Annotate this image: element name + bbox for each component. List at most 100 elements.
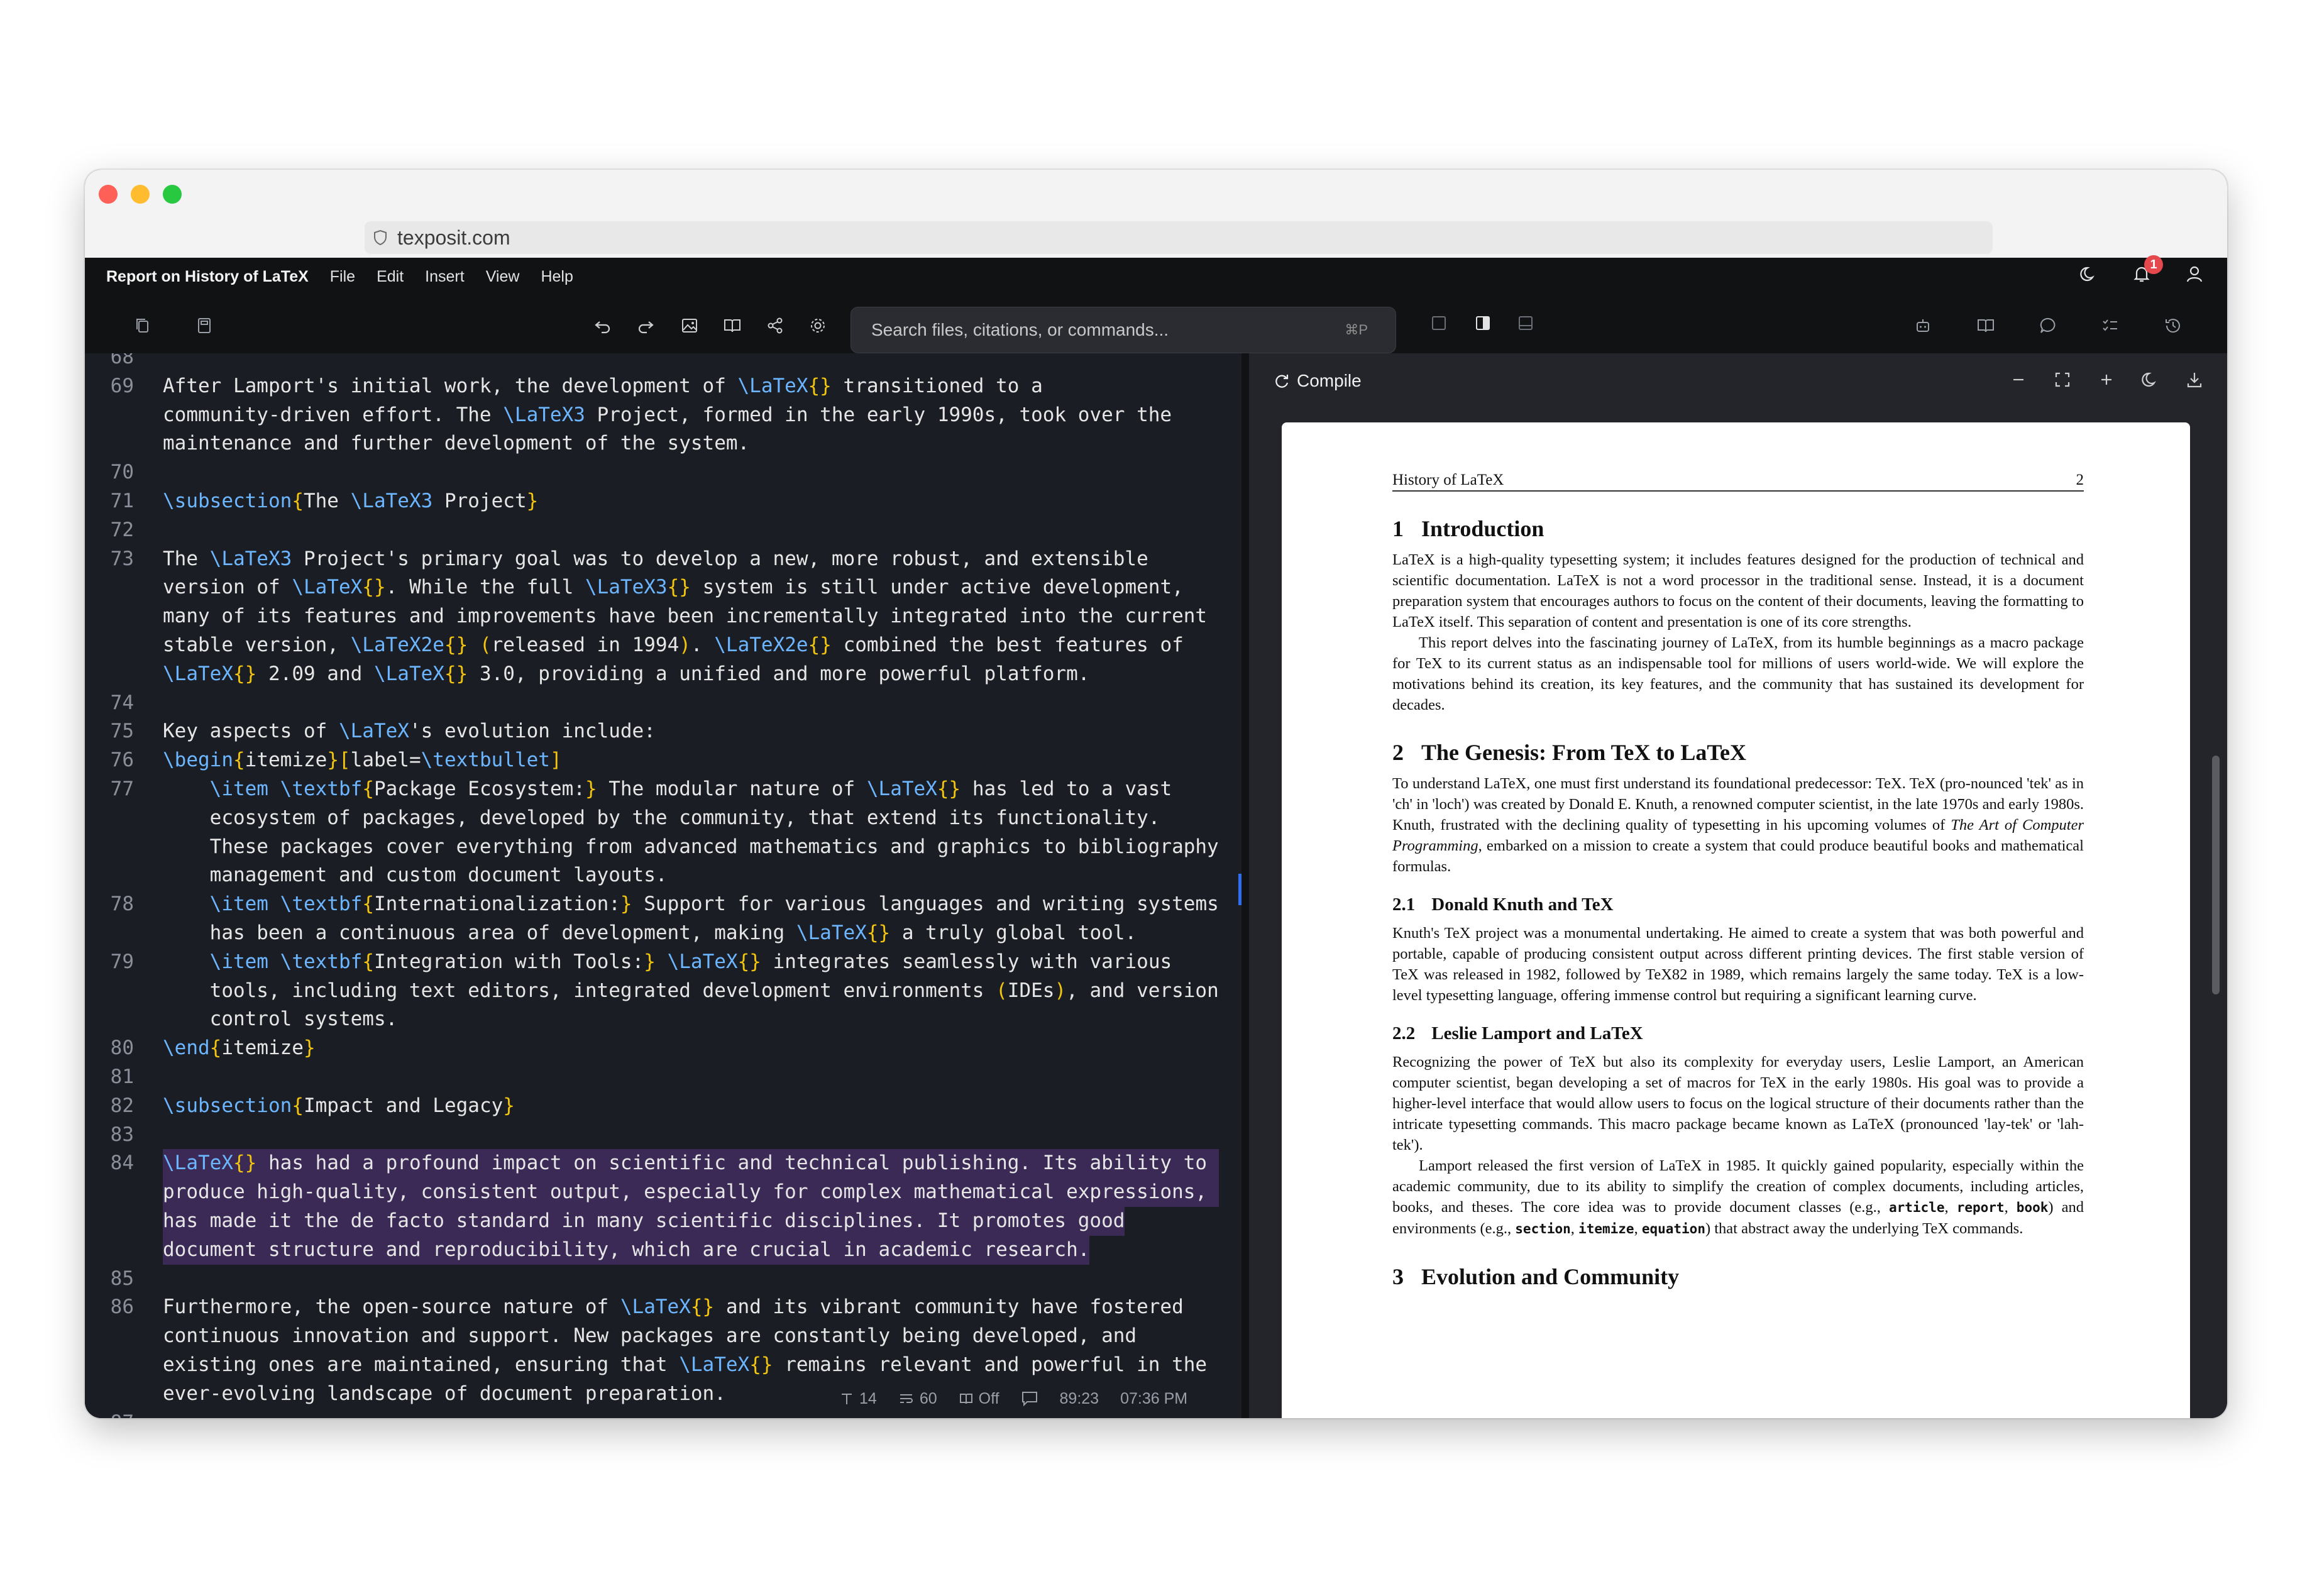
line-number: 77 xyxy=(110,778,134,800)
moon-icon[interactable] xyxy=(2079,264,2099,284)
spellcheck-value: Off xyxy=(978,1389,999,1407)
code-line[interactable]: ecosystem of packages, developed by the … xyxy=(163,804,1160,833)
document-title[interactable]: Report on History of LaTeX xyxy=(106,268,309,286)
code-line[interactable]: \item \textbf{Integration with Tools:} \… xyxy=(163,948,1172,977)
section-genesis: 2 The Genesis: From TeX to LaTeX xyxy=(1392,739,2084,766)
layout-split-icon[interactable] xyxy=(1473,313,1493,333)
pane-divider[interactable] xyxy=(1241,353,1249,1418)
notifications-button[interactable]: 1 xyxy=(2132,255,2163,284)
paragraph-text: ) that abstract away the underlying TeX … xyxy=(1705,1220,2023,1237)
wrap-column[interactable]: 60 xyxy=(898,1390,937,1408)
spellcheck-toggle[interactable]: Off xyxy=(959,1390,999,1408)
code-line[interactable]: ever-evolving landscape of document prep… xyxy=(163,1380,726,1409)
zoom-in-icon[interactable] xyxy=(2096,370,2117,390)
reader-icon[interactable] xyxy=(1976,316,1996,336)
code-line[interactable]: existing ones are maintained, ensuring t… xyxy=(163,1351,1207,1380)
compile-button[interactable]: Compile xyxy=(1273,371,1362,391)
search-placeholder: Search files, citations, or commands... xyxy=(871,320,1169,339)
image-icon[interactable] xyxy=(680,316,700,336)
code-line[interactable]: \item \textbf{Internationalization:} Sup… xyxy=(163,890,1219,919)
code-line[interactable]: \LaTeX{} has had a profound impact on sc… xyxy=(163,1149,1219,1179)
code-line[interactable]: document structure and reproducibility, … xyxy=(163,1235,1090,1265)
editor-statusbar: 14 60 Off 89:23 07:36 PM xyxy=(839,1383,1187,1414)
history-icon[interactable] xyxy=(2163,316,2183,336)
search-shortcut: ⌘P xyxy=(1345,322,1368,338)
code-line[interactable]: After Lamport's initial work, the develo… xyxy=(163,372,1043,401)
book-icon[interactable] xyxy=(722,316,742,336)
undo-icon[interactable] xyxy=(593,316,613,336)
section-number: 2 xyxy=(1392,740,1404,765)
code-line[interactable]: \begin{itemize}[label=\textbullet] xyxy=(163,746,562,775)
code-line[interactable]: \end{itemize} xyxy=(163,1034,316,1063)
bot-icon[interactable] xyxy=(1913,316,1933,336)
dark-mode-icon[interactable] xyxy=(2140,370,2161,390)
preview-scrollbar[interactable] xyxy=(2212,756,2220,994)
section-number: 3 xyxy=(1392,1264,1404,1289)
code-line[interactable]: management and custom document layouts. xyxy=(163,861,668,890)
line-number: 73 xyxy=(110,547,134,570)
app-menubar: Report on History of LaTeX File Edit Ins… xyxy=(85,255,2227,295)
download-icon[interactable] xyxy=(2184,370,2205,390)
code-line[interactable]: has made it the de facto standard in man… xyxy=(163,1207,1125,1236)
copy-icon[interactable] xyxy=(133,316,153,336)
close-window-button[interactable] xyxy=(99,185,118,204)
code-editor[interactable]: 68 69 After Lamport's initial work, the de… xyxy=(85,353,1241,1418)
menu-view[interactable]: View xyxy=(486,268,520,286)
line-number: 86 xyxy=(110,1296,134,1319)
code-line[interactable]: Key aspects of \LaTeX's evolution includ… xyxy=(163,717,656,746)
code-line[interactable]: stable version, \LaTeX2e{} (released in … xyxy=(163,631,1184,660)
code-line[interactable]: version of \LaTeX{}. While the full \LaT… xyxy=(163,573,1184,602)
paragraph-text: , embarked on a mission to create a syst… xyxy=(1392,837,2084,875)
code-line[interactable]: \subsection{The \LaTeX3 Project} xyxy=(163,487,538,516)
code-line[interactable]: produce high-quality, consistent output,… xyxy=(163,1178,1219,1207)
editor-toolbar: Search files, citations, or commands... … xyxy=(85,295,2227,353)
menu-edit[interactable]: Edit xyxy=(377,268,404,286)
line-number: 78 xyxy=(110,893,134,916)
address-bar[interactable]: texposit.com xyxy=(365,221,1993,254)
cursor-position: 89:23 xyxy=(1059,1389,1099,1407)
user-icon[interactable] xyxy=(2184,264,2205,284)
code-line[interactable]: continuous innovation and support. New p… xyxy=(163,1322,1137,1351)
pdf-page[interactable]: History of LaTeX 2 1 Introduction LaTeX i… xyxy=(1282,422,2190,1418)
code-line[interactable]: community-driven effort. The \LaTeX3 Pro… xyxy=(163,401,1172,430)
save-icon[interactable] xyxy=(194,316,214,336)
code-line[interactable]: \item \textbf{Package Ecosystem:} The mo… xyxy=(163,775,1172,804)
code-line[interactable]: \LaTeX{} 2.09 and \LaTeX{} 3.0, providin… xyxy=(163,660,1089,689)
code-line[interactable]: maintenance and further development of t… xyxy=(163,429,749,458)
line-number: 74 xyxy=(110,691,134,714)
search-bar[interactable]: Search files, citations, or commands... … xyxy=(850,307,1396,353)
code-line[interactable]: Furthermore, the open-source nature of \… xyxy=(163,1293,1184,1322)
section-title: The Genesis: From TeX to LaTeX xyxy=(1421,740,1747,765)
code-line[interactable]: tools, including text editors, integrate… xyxy=(163,977,1219,1006)
menu-insert[interactable]: Insert xyxy=(425,268,465,286)
menu-file[interactable]: File xyxy=(330,268,355,286)
gear-icon[interactable] xyxy=(808,316,828,336)
code-line[interactable]: has been a continuous area of developmen… xyxy=(163,919,1137,948)
line-number: 79 xyxy=(110,950,134,973)
line-number: 71 xyxy=(110,490,134,512)
text-icon xyxy=(842,1394,852,1404)
checklist-icon[interactable] xyxy=(2100,316,2120,336)
layout-bottom-icon[interactable] xyxy=(1516,313,1536,333)
code-line[interactable]: \subsection{Impact and Legacy} xyxy=(163,1092,515,1121)
comment-icon[interactable] xyxy=(1021,1390,1038,1407)
menu-help[interactable]: Help xyxy=(541,268,573,286)
fullscreen-icon[interactable] xyxy=(2052,370,2073,390)
minimize-window-button[interactable] xyxy=(131,185,150,204)
code-line[interactable]: The \LaTeX3 Project's primary goal was t… xyxy=(163,545,1148,574)
code-term: equation xyxy=(1641,1221,1705,1236)
comment-icon[interactable] xyxy=(2039,316,2059,336)
subsection-number: 2.2 xyxy=(1392,1023,1416,1043)
maximize-window-button[interactable] xyxy=(163,185,182,204)
preview-tools xyxy=(2008,370,2205,390)
code-line[interactable]: control systems. xyxy=(163,1005,398,1034)
redo-icon[interactable] xyxy=(636,316,656,336)
layout-single-icon[interactable] xyxy=(1429,313,1449,333)
line-number: 80 xyxy=(110,1037,134,1060)
section-evolution: 3 Evolution and Community xyxy=(1392,1263,2084,1290)
zoom-out-icon[interactable] xyxy=(2008,370,2029,390)
paragraph: LaTeX is a high-quality typesetting syst… xyxy=(1392,551,2084,630)
share-icon[interactable] xyxy=(765,316,785,336)
code-line[interactable]: These packages cover everything from adv… xyxy=(163,833,1219,862)
code-line[interactable]: many of its features and improvements ha… xyxy=(163,602,1207,631)
